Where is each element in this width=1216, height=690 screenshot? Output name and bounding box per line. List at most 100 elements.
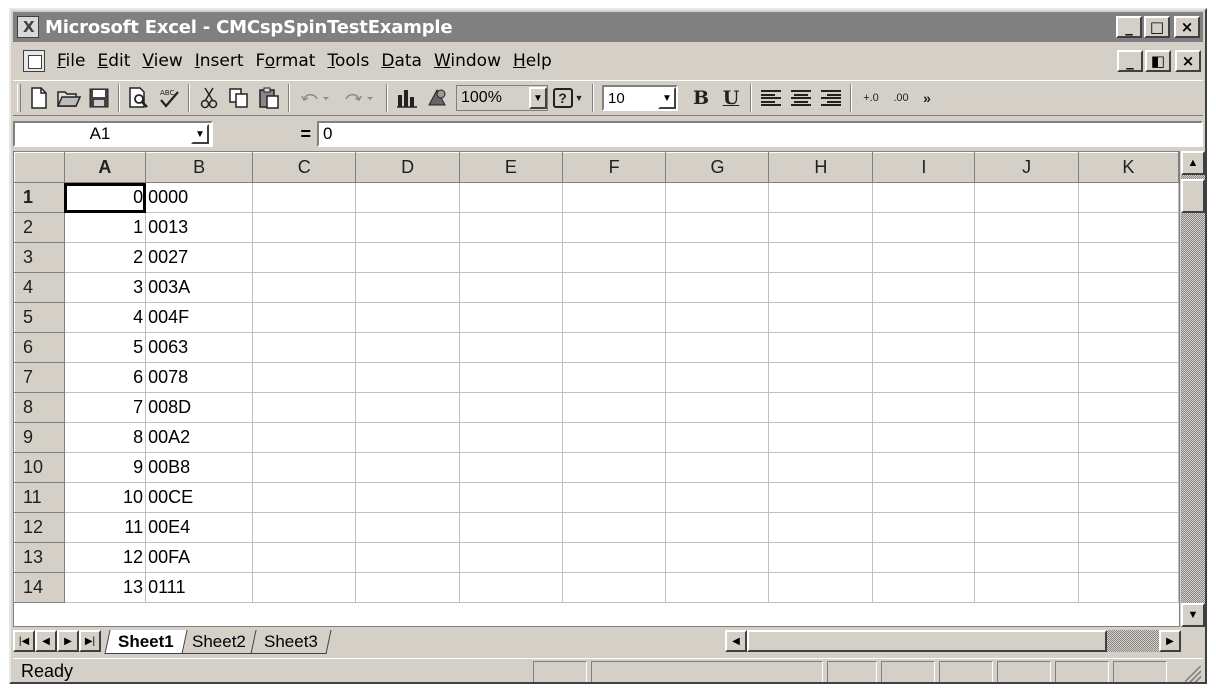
column-header[interactable]: H (768, 152, 874, 183)
excel-app-icon[interactable] (17, 16, 39, 38)
drawing-button[interactable] (422, 83, 452, 113)
cell-b[interactable]: 004F (145, 302, 254, 333)
cell[interactable] (1077, 542, 1179, 573)
cell[interactable] (1077, 362, 1179, 393)
cell[interactable] (1077, 332, 1179, 363)
cell[interactable] (872, 302, 976, 333)
cell[interactable] (561, 572, 667, 603)
cell[interactable] (665, 452, 770, 483)
cell[interactable] (665, 332, 770, 363)
cell-a[interactable]: 3 (63, 272, 147, 303)
cell[interactable] (459, 362, 563, 393)
bold-button[interactable]: B (686, 83, 716, 113)
cell[interactable] (561, 332, 667, 363)
cell[interactable] (974, 482, 1079, 513)
cell[interactable] (561, 452, 667, 483)
formula-input[interactable]: 0 (317, 121, 1203, 147)
minimize-button[interactable]: _ (1116, 16, 1142, 38)
cell-a[interactable]: 0 (63, 182, 147, 213)
prev-sheet-button[interactable]: ◀ (35, 630, 57, 652)
cell[interactable] (872, 242, 976, 273)
cell[interactable] (252, 512, 357, 543)
cell[interactable] (974, 182, 1079, 213)
cell-b[interactable]: 00A2 (145, 422, 254, 453)
row-header[interactable]: 1 (14, 182, 65, 213)
menu-item[interactable]: Insert (195, 51, 244, 71)
cell-a[interactable]: 1 (63, 212, 147, 243)
cell[interactable] (665, 542, 770, 573)
workbook-minimize-button[interactable]: _ (1117, 50, 1143, 72)
cell-a[interactable]: 13 (63, 572, 147, 603)
column-header[interactable]: E (459, 152, 563, 183)
row-header[interactable]: 9 (14, 422, 65, 453)
cell-a[interactable]: 5 (63, 332, 147, 363)
cell[interactable] (355, 242, 461, 273)
cell[interactable] (459, 572, 563, 603)
cell[interactable] (768, 422, 874, 453)
cell[interactable] (1077, 572, 1179, 603)
cell[interactable] (355, 422, 461, 453)
cell[interactable] (459, 302, 563, 333)
cell[interactable] (974, 452, 1079, 483)
cell[interactable] (459, 182, 563, 213)
copy-button[interactable] (224, 83, 254, 113)
cell[interactable] (252, 362, 357, 393)
cell[interactable] (561, 242, 667, 273)
cell-a[interactable]: 8 (63, 422, 147, 453)
cell[interactable] (1077, 242, 1179, 273)
row-header[interactable]: 6 (14, 332, 65, 363)
cell[interactable] (872, 182, 976, 213)
cell[interactable] (974, 302, 1079, 333)
font-size-select[interactable]: 10 ▼ (602, 85, 678, 111)
cell[interactable] (252, 542, 357, 573)
cell[interactable] (252, 452, 357, 483)
column-header[interactable]: K (1077, 152, 1179, 183)
chevron-down-icon[interactable]: ▼ (658, 87, 676, 109)
name-box[interactable]: A1 ▼ (13, 121, 213, 147)
row-header[interactable]: 4 (14, 272, 65, 303)
cell[interactable] (974, 242, 1079, 273)
cell[interactable] (872, 482, 976, 513)
cell[interactable] (974, 422, 1079, 453)
cell[interactable] (1077, 302, 1179, 333)
cell[interactable] (665, 302, 770, 333)
cut-button[interactable] (194, 83, 224, 113)
cell[interactable] (872, 572, 976, 603)
cell-b[interactable]: 0111 (145, 572, 254, 603)
menu-item[interactable]: Edit (97, 51, 130, 71)
cell[interactable] (459, 512, 563, 543)
cell[interactable] (561, 512, 667, 543)
column-header[interactable]: F (561, 152, 667, 183)
cell[interactable] (355, 452, 461, 483)
cell[interactable] (355, 212, 461, 243)
menu-item[interactable]: View (142, 51, 182, 71)
vertical-scrollbar[interactable]: ▲ ▼ (1181, 151, 1205, 627)
workbook-close-button[interactable]: × (1175, 50, 1201, 72)
cell[interactable] (561, 542, 667, 573)
chart-wizard-button[interactable] (392, 83, 422, 113)
cell[interactable] (768, 392, 874, 423)
cell[interactable] (459, 392, 563, 423)
cell-b[interactable]: 0027 (145, 242, 254, 273)
cell[interactable] (355, 362, 461, 393)
cell-a[interactable]: 10 (63, 482, 147, 513)
increase-decimal-button[interactable]: +.0 (856, 83, 886, 113)
cell[interactable] (974, 332, 1079, 363)
row-header[interactable]: 5 (14, 302, 65, 333)
cell-a[interactable]: 12 (63, 542, 147, 573)
menu-item[interactable]: Tools (327, 51, 369, 71)
last-sheet-button[interactable]: ▶| (79, 630, 101, 652)
cell-a[interactable]: 4 (63, 302, 147, 333)
cell[interactable] (974, 272, 1079, 303)
cell[interactable] (355, 302, 461, 333)
cell[interactable] (252, 572, 357, 603)
zoom-select[interactable]: 100% ▼ (456, 85, 548, 111)
cell[interactable] (355, 482, 461, 513)
cell[interactable] (459, 482, 563, 513)
cell[interactable] (974, 212, 1079, 243)
menu-item[interactable]: Window (434, 51, 501, 71)
cell[interactable] (459, 272, 563, 303)
redo-button[interactable] (338, 83, 382, 113)
cell-a[interactable]: 7 (63, 392, 147, 423)
cell[interactable] (768, 302, 874, 333)
